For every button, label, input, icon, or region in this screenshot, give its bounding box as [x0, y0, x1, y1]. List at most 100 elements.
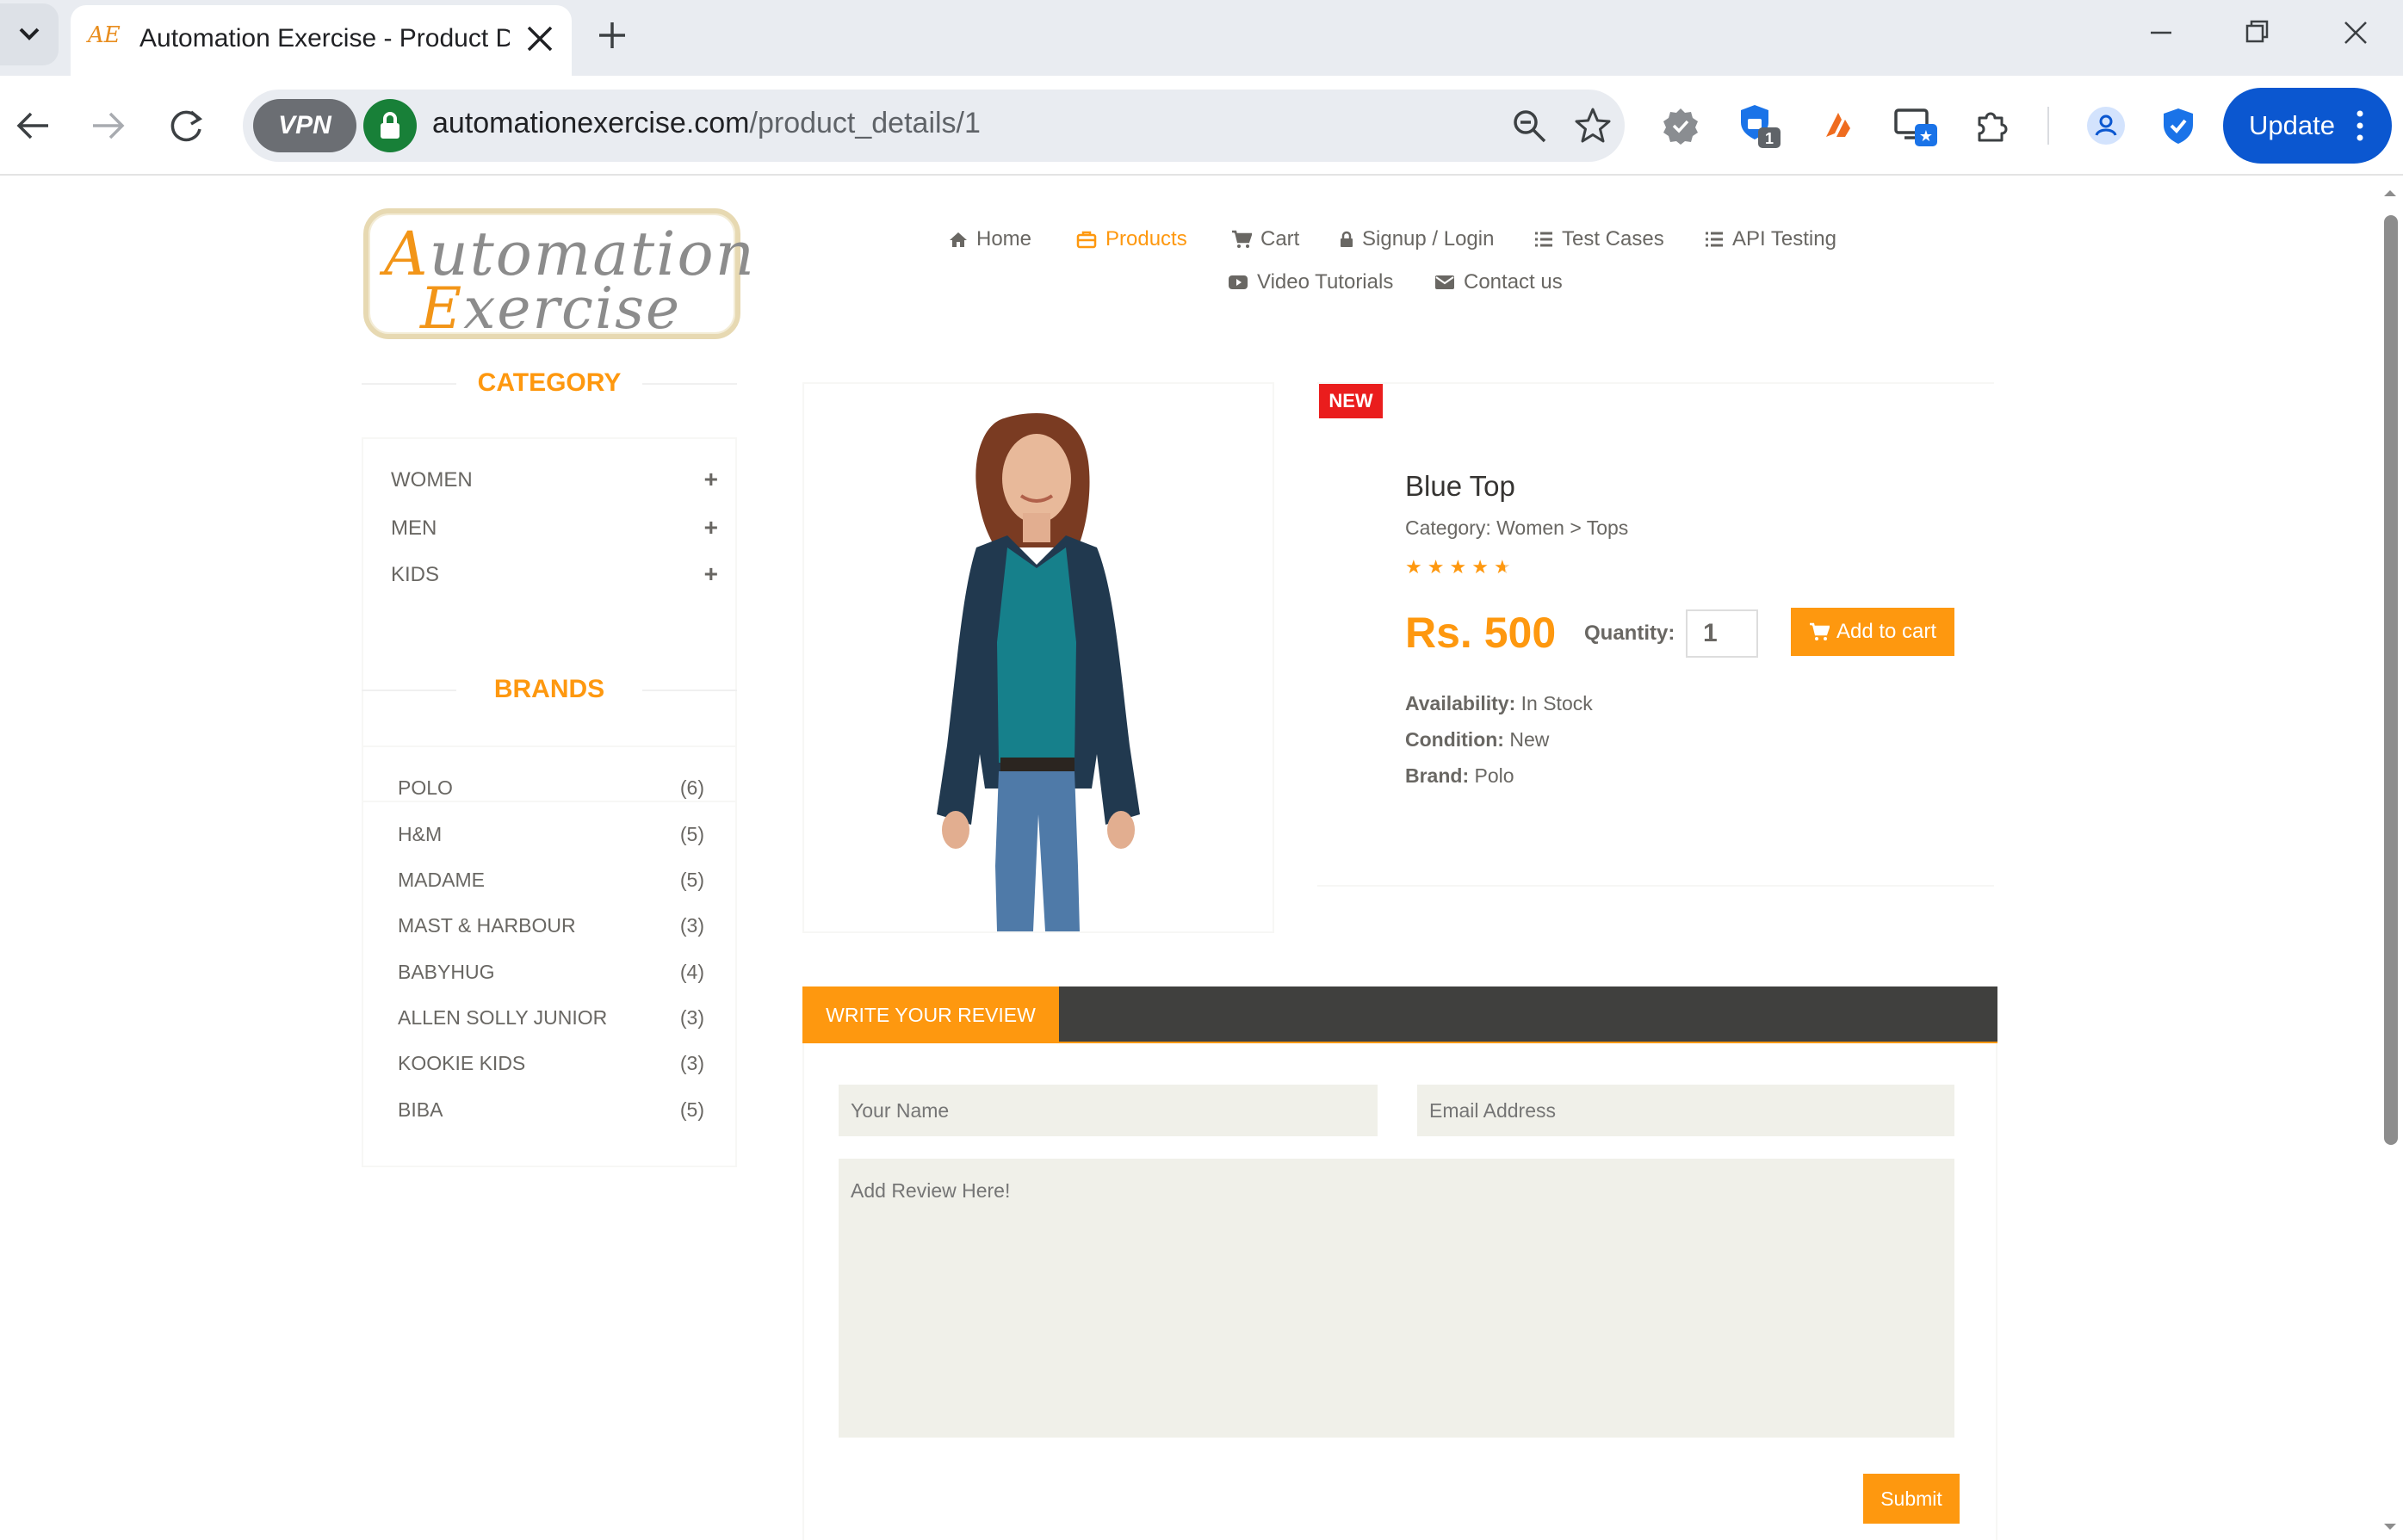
avatar-icon — [2087, 107, 2125, 145]
logo-line-2: Exercise — [420, 275, 682, 342]
reload-button[interactable] — [158, 98, 214, 153]
review-text-area[interactable] — [839, 1159, 1954, 1438]
extensions-button[interactable] — [1965, 98, 2020, 153]
nav-api-testing-label: API Testing — [1732, 227, 1836, 250]
cast-extension[interactable]: ★ — [1889, 98, 1944, 153]
new-tab-button[interactable] — [591, 14, 634, 57]
quantity-input[interactable] — [1686, 609, 1758, 658]
nav-products[interactable]: Products — [1076, 227, 1187, 251]
nav-test-cases[interactable]: Test Cases — [1534, 227, 1664, 251]
nav-home[interactable]: Home — [949, 227, 1031, 251]
lock-icon — [1341, 231, 1353, 247]
brands-heading: BRANDS — [362, 675, 737, 704]
forward-button[interactable] — [81, 98, 136, 153]
update-button[interactable]: Update — [2223, 88, 2392, 164]
plus-icon[interactable]: + — [704, 562, 718, 586]
toolbar-divider — [2047, 107, 2049, 145]
address-bar[interactable]: VPN automationexercise.com/product_detai… — [243, 90, 1625, 162]
nav-contact-us[interactable]: Contact us — [1434, 270, 1563, 294]
brand-count: (5) — [679, 823, 704, 845]
star-icon: ★ — [1449, 556, 1472, 578]
submit-review-button[interactable]: Submit — [1863, 1474, 1960, 1524]
zoom-button[interactable] — [1502, 98, 1557, 153]
nav-signup-login[interactable]: Signup / Login — [1340, 227, 1494, 251]
nav-cart[interactable]: Cart — [1231, 227, 1299, 251]
chevron-down-icon — [19, 28, 40, 40]
brand-item[interactable]: H&M (5) — [398, 823, 704, 846]
restore-icon — [2245, 20, 2269, 43]
nav-video-tutorials[interactable]: Video Tutorials — [1228, 270, 1393, 294]
vpn-button[interactable]: VPN — [253, 99, 356, 152]
site-logo[interactable]: Automation Exercise — [363, 208, 754, 342]
close-window-button[interactable] — [2321, 12, 2390, 57]
review-tab-bar: WRITE YOUR REVIEW — [802, 986, 1997, 1043]
cart-icon — [1232, 230, 1252, 248]
brand-item[interactable]: MAST & HARBOUR (3) — [398, 914, 704, 937]
plus-icon[interactable]: + — [704, 516, 718, 540]
security-extension[interactable] — [2151, 98, 2206, 153]
review-email-input[interactable] — [1417, 1085, 1954, 1136]
password-manager-extension[interactable]: 1 — [1732, 98, 1787, 153]
lock-icon — [381, 112, 399, 139]
scrollbar-thumb[interactable] — [2384, 215, 2398, 1145]
condition: Condition: New — [1405, 728, 1550, 751]
product-image — [802, 382, 1274, 933]
product-price: Rs. 500 — [1405, 609, 1557, 657]
list-icon — [1706, 232, 1723, 247]
puzzle-icon — [1978, 112, 2008, 142]
brand-item[interactable]: MADAME (5) — [398, 869, 704, 892]
star-icon: ★ — [1427, 556, 1450, 578]
back-button[interactable] — [5, 98, 60, 153]
site-info-button[interactable] — [363, 99, 417, 152]
puzzle-orange-extension[interactable] — [1810, 98, 1865, 153]
category-item-kids[interactable]: KIDS + — [391, 562, 718, 587]
browser-tab-active[interactable]: AE Automation Exercise - Product Details — [71, 5, 572, 76]
scroll-down-icon — [2384, 1524, 2396, 1530]
brand-item[interactable]: POLO (6) — [398, 776, 704, 800]
product-rating: ★★★★★ — [1405, 556, 1516, 578]
tab-search-button[interactable] — [0, 3, 59, 65]
add-to-cart-button[interactable]: Add to cart — [1791, 608, 1954, 656]
brand-item[interactable]: BABYHUG (4) — [398, 961, 704, 984]
plus-icon[interactable]: + — [704, 467, 718, 492]
bookmark-button[interactable] — [1565, 98, 1620, 153]
category-item-women[interactable]: WOMEN + — [391, 467, 718, 492]
zoom-out-icon — [1514, 110, 1546, 143]
nav-video-tutorials-label: Video Tutorials — [1257, 270, 1394, 294]
brand-count: (4) — [679, 961, 704, 983]
page-scrollbar[interactable] — [2377, 177, 2403, 1540]
minimize-button[interactable] — [2127, 12, 2196, 57]
restore-button[interactable] — [2221, 12, 2290, 57]
model-photo — [937, 413, 1140, 931]
category-heading: CATEGORY — [362, 368, 737, 398]
nav-api-testing[interactable]: API Testing — [1705, 227, 1836, 251]
star-outline-icon — [1575, 108, 1611, 143]
add-to-cart-label: Add to cart — [1836, 620, 1937, 643]
tab-title: Automation Exercise - Product Details — [139, 24, 510, 53]
home-icon — [950, 232, 967, 247]
review-name-input[interactable] — [839, 1085, 1378, 1136]
brand-name: MADAME — [398, 869, 485, 891]
cart-icon — [1809, 622, 1830, 640]
brand-item[interactable]: BIBA (5) — [398, 1098, 704, 1122]
star-icon: ★ — [1405, 556, 1428, 578]
brand-item[interactable]: KOOKIE KIDS (3) — [398, 1052, 704, 1075]
nav-cart-label: Cart — [1260, 227, 1300, 250]
category-label: MEN — [391, 516, 437, 540]
brand-name: BIBA — [398, 1098, 443, 1121]
brand: Brand: Polo — [1405, 764, 1514, 787]
update-label: Update — [2249, 110, 2335, 140]
category-item-men[interactable]: MEN + — [391, 516, 718, 541]
brand-name: BABYHUG — [398, 961, 495, 983]
brand-item[interactable]: ALLEN SOLLY JUNIOR (3) — [398, 1006, 704, 1030]
tab-close-button[interactable] — [518, 17, 561, 60]
arrow-left-icon — [16, 112, 48, 139]
profile-button[interactable] — [2078, 98, 2134, 153]
envelope-icon — [1435, 275, 1454, 289]
extension-badge-button[interactable] — [1653, 98, 1708, 153]
brand-count: (6) — [679, 776, 704, 799]
product-category: Category: Women > Tops — [1405, 516, 1629, 539]
nav-signup-label: Signup / Login — [1362, 227, 1495, 250]
tab-write-review[interactable]: WRITE YOUR REVIEW — [802, 986, 1059, 1043]
svg-text:★: ★ — [1919, 127, 1933, 145]
